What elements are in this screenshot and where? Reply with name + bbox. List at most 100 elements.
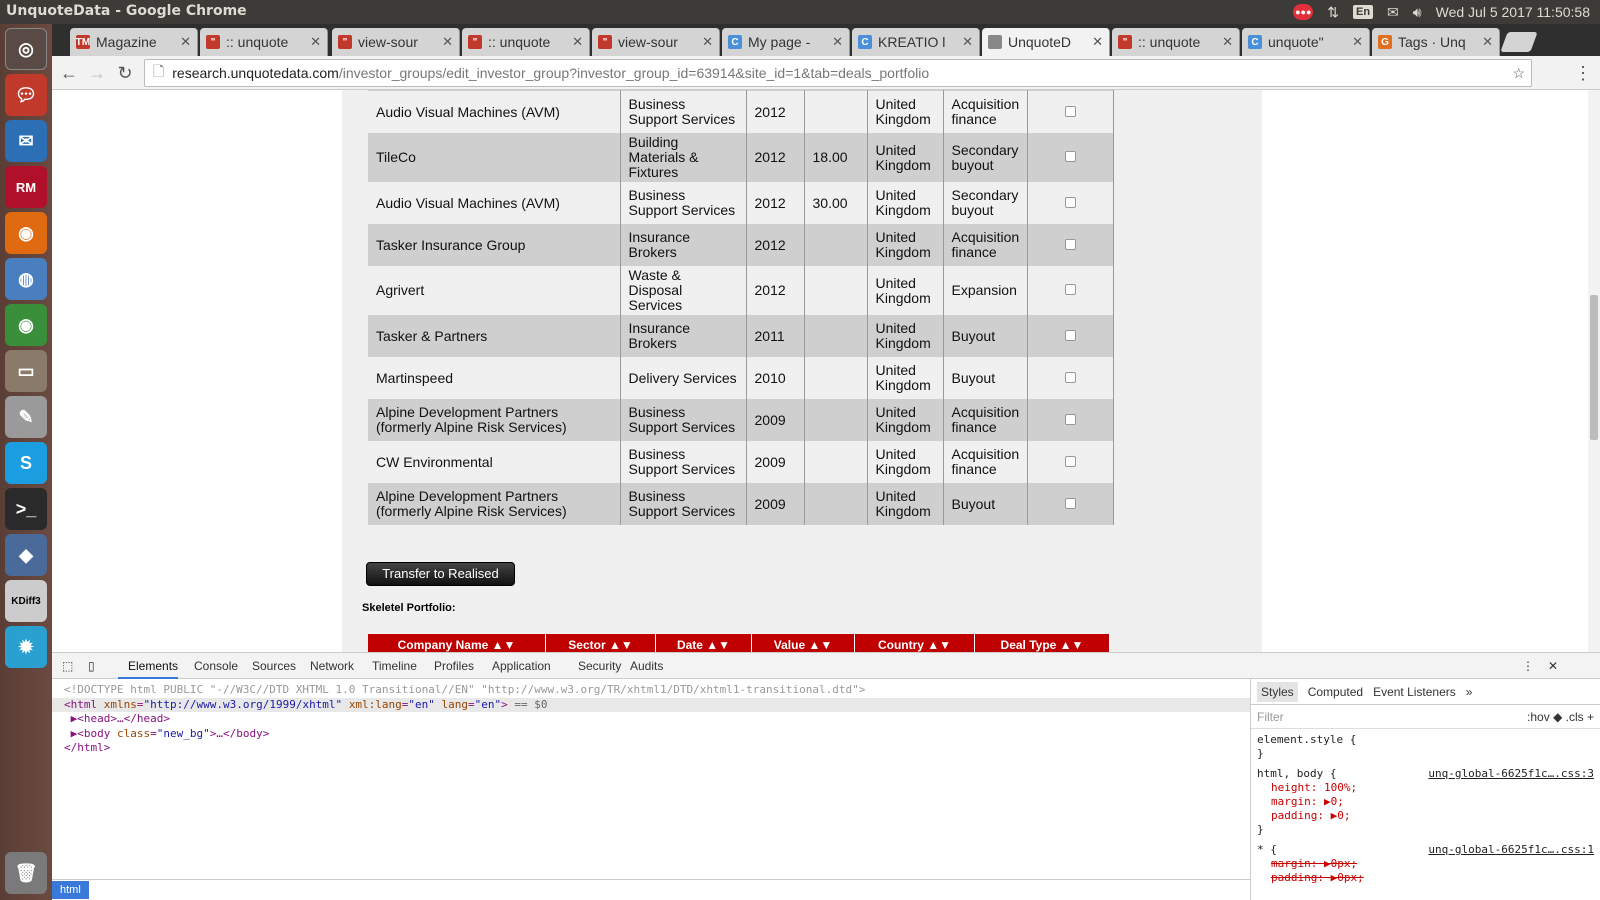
tab-4[interactable]: " view-sour ✕ (592, 28, 720, 56)
trash-icon[interactable]: 🗑︎ (5, 852, 47, 894)
rule-html-body[interactable]: html, body {unq-global-6625f1c….css:3 (1257, 767, 1594, 781)
terminal-icon[interactable]: >_ (5, 488, 47, 530)
tab-close-icon[interactable]: ✕ (1352, 34, 1363, 50)
tab-6[interactable]: C KREATIO l ✕ (852, 28, 980, 56)
tab-8[interactable]: ":: unquote ✕ (1112, 28, 1240, 56)
reload-icon[interactable]: ↻ (114, 62, 136, 84)
clock[interactable]: Wed Jul 5 2017 11:50:58 (1436, 4, 1590, 20)
forward-icon[interactable]: → (86, 62, 108, 84)
rubymine-icon[interactable]: RM (5, 166, 47, 208)
prop-margin[interactable]: margin: ▶0; (1257, 795, 1594, 809)
page-info-icon[interactable]: 🗋︎ (153, 61, 164, 85)
column-header[interactable]: Deal Type ▲▼ (975, 634, 1110, 652)
tab-3[interactable]: ":: unquote ✕ (462, 28, 590, 56)
transfer-checkbox[interactable] (1065, 151, 1077, 162)
column-header[interactable]: Country ▲▼ (855, 634, 975, 652)
tab-1[interactable]: ":: unquote ✕ (200, 28, 328, 56)
hov-toggle[interactable]: :hov (1527, 710, 1550, 724)
tab-0[interactable]: TM Magazine ✕ (70, 28, 198, 56)
system-settings-icon[interactable]: ✹ (5, 626, 47, 668)
tab-close-icon[interactable]: ✕ (962, 34, 973, 50)
tab-close-icon[interactable]: ✕ (1092, 34, 1103, 50)
tab-close-icon[interactable]: ✕ (702, 34, 713, 50)
transfer-checkbox[interactable] (1065, 105, 1077, 117)
transfer-checkbox[interactable] (1065, 284, 1077, 295)
back-icon[interactable]: ← (58, 62, 80, 84)
volume-icon[interactable]: 🔊︎ (1413, 4, 1422, 21)
tab-10[interactable]: G Tags · Unq ✕ (1372, 28, 1500, 56)
prop-height[interactable]: height: 100%; (1257, 781, 1594, 795)
cls-toggle[interactable]: .cls (1566, 710, 1584, 724)
transfer-checkbox[interactable] (1065, 455, 1077, 467)
devtools-tab-network[interactable]: Network (310, 659, 354, 673)
column-header[interactable]: Value ▲▼ (752, 634, 855, 652)
transfer-checkbox[interactable] (1065, 196, 1077, 208)
devtools-tab-audits[interactable]: Audits (630, 659, 663, 673)
tab-close-icon[interactable]: ✕ (572, 34, 583, 50)
devtools-tab-elements[interactable]: Elements (128, 659, 178, 673)
tab-7[interactable]: UnquoteD ✕ (982, 28, 1110, 56)
devtools-tab-application[interactable]: Application (492, 659, 551, 673)
skype-icon[interactable]: S (5, 442, 47, 484)
tab-close-icon[interactable]: ✕ (180, 34, 191, 50)
rule-universal[interactable]: * {unq-global-6625f1c….css:1 (1257, 843, 1594, 857)
doctype-node[interactable]: <!DOCTYPE html PUBLIC "-//W3C//DTD XHTML… (64, 683, 1250, 698)
kdiff3-icon[interactable]: KDiff3 (5, 580, 47, 622)
address-bar[interactable]: 🗋︎ research.unquotedata.com/investor_gro… (144, 59, 1532, 87)
column-header[interactable]: Company Name ▲▼ (368, 634, 546, 652)
bookmark-star-icon[interactable]: ☆ (1512, 65, 1525, 82)
firefox-icon[interactable]: ◉ (5, 212, 47, 254)
devtools-tab-profiles[interactable]: Profiles (434, 659, 474, 673)
prop-padding-overridden[interactable]: padding: ▶0px; (1257, 871, 1594, 885)
transfer-checkbox[interactable] (1065, 371, 1077, 383)
devtools-tab-console[interactable]: Console (194, 659, 238, 673)
styles-filter-input[interactable]: Filter (1257, 710, 1284, 724)
text-editor-icon[interactable]: ✎ (5, 396, 47, 438)
chrome-menu-icon[interactable]: ⋮ (1572, 62, 1594, 84)
stylesheet-link[interactable]: unq-global-6625f1c….css:1 (1428, 843, 1594, 857)
tab-5[interactable]: C My page - ✕ (722, 28, 850, 56)
devtools-tab-timeline[interactable]: Timeline (372, 659, 417, 673)
breadcrumb-html[interactable]: html (52, 881, 89, 899)
devtools-close-icon[interactable]: ✕ (1548, 659, 1558, 673)
scrollbar-thumb[interactable] (1590, 295, 1598, 440)
prop-padding[interactable]: padding: ▶0; (1257, 809, 1594, 823)
tab-close-icon[interactable]: ✕ (1222, 34, 1233, 50)
tab-9[interactable]: Cunquote" ✕ (1242, 28, 1370, 56)
column-header[interactable]: Sector ▲▼ (546, 634, 656, 652)
devtools-menu-icon[interactable]: ⋮ (1522, 659, 1534, 673)
body-node[interactable]: ▶<body class="new_bg">…</body> (64, 727, 1250, 742)
virtualbox-icon[interactable]: ◆ (5, 534, 47, 576)
rule-element-style[interactable]: element.style { (1257, 733, 1594, 747)
mail-icon[interactable]: ✉ (1387, 4, 1399, 21)
transfer-checkbox[interactable] (1065, 329, 1077, 341)
transfer-checkbox[interactable] (1065, 238, 1077, 250)
keyboard-language-indicator[interactable]: En (1352, 5, 1374, 19)
devtools-tab-security[interactable]: Security (578, 659, 621, 673)
html-node[interactable]: <html xmlns="http://www.w3.org/1999/xhtm… (52, 697, 1250, 712)
tab-event-listeners[interactable]: Event Listeners (1373, 685, 1456, 699)
files-icon[interactable]: ▭ (5, 350, 47, 392)
transfer-to-realised-button[interactable]: Transfer to Realised (366, 562, 515, 586)
device-toolbar-icon[interactable]: ▯ (88, 659, 95, 673)
inspect-element-icon[interactable]: ⬚ (62, 659, 73, 673)
tab-computed[interactable]: Computed (1308, 685, 1363, 699)
tab-close-icon[interactable]: ✕ (832, 34, 843, 50)
devtools-tab-sources[interactable]: Sources (252, 659, 296, 673)
chromium-icon[interactable]: ◍ (5, 258, 47, 300)
tab-close-icon[interactable]: ✕ (310, 34, 321, 50)
tab-close-icon[interactable]: ✕ (1482, 34, 1493, 50)
tab-2[interactable]: " view-sour ✕ (332, 28, 460, 56)
new-tab-button[interactable] (1500, 32, 1538, 52)
tab-close-icon[interactable]: ✕ (442, 34, 453, 50)
page-scrollbar[interactable] (1588, 90, 1600, 652)
stylesheet-link[interactable]: unq-global-6625f1c….css:3 (1428, 767, 1594, 781)
chat-notification-icon[interactable]: ●●● (1293, 4, 1314, 20)
new-rule-icon[interactable]: + (1587, 710, 1594, 724)
thunderbird-icon[interactable]: ✉ (5, 120, 47, 162)
chrome-icon[interactable]: ◉ (5, 304, 47, 346)
color-format-icon[interactable]: ◆ (1553, 710, 1562, 724)
chat-app-icon[interactable]: 💬︎ (5, 74, 47, 116)
transfer-checkbox[interactable] (1065, 497, 1077, 509)
prop-margin-overridden[interactable]: margin: ▶0px; (1257, 857, 1594, 871)
